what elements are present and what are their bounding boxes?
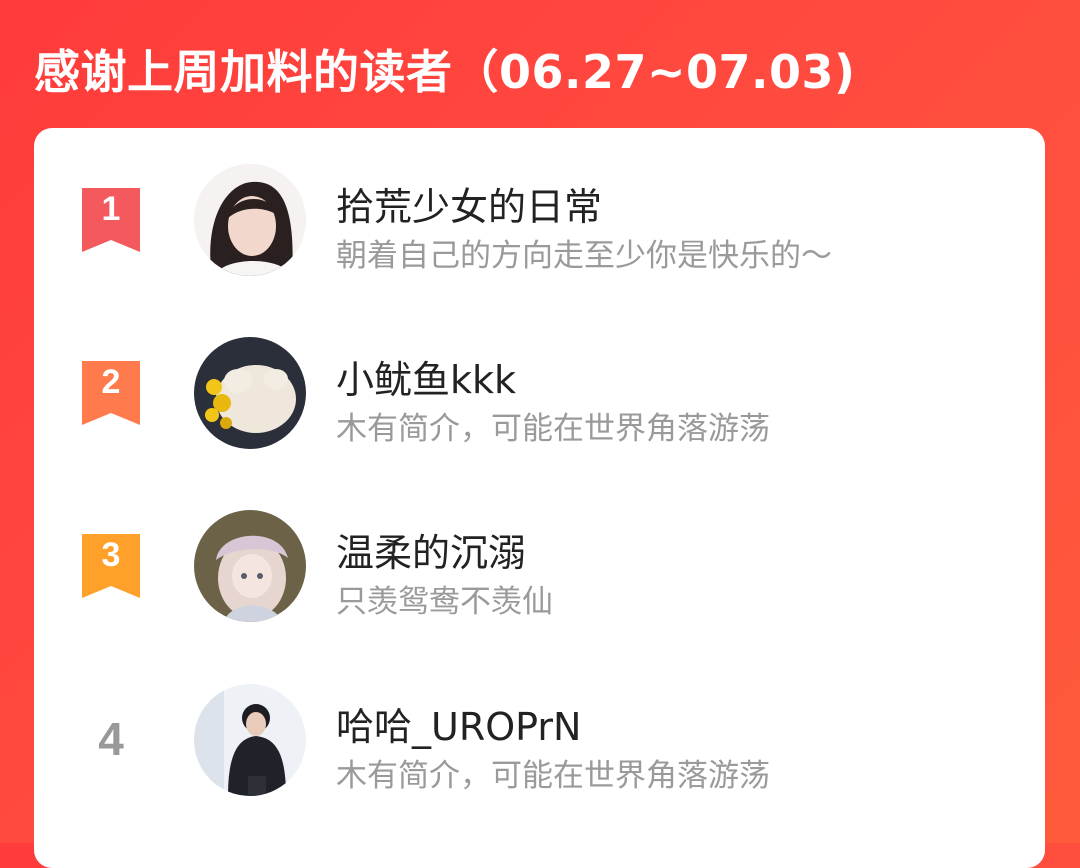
list-item[interactable]: 4 哈哈_UROPrN 木有简介，可能在世界角落游荡 — [34, 672, 1045, 812]
rank-number: 4 — [98, 713, 124, 765]
reader-name: 哈哈_UROPrN — [336, 705, 582, 749]
avatar[interactable] — [194, 684, 306, 796]
rank-badge-icon: 2 — [82, 361, 140, 425]
reader-bio: 只羡鸳鸯不羡仙 — [336, 584, 553, 620]
rank-badge-icon: 3 — [82, 534, 140, 598]
rank-number: 1 — [101, 190, 121, 228]
reader-bio: 朝着自己的方向走至少你是快乐的～ — [336, 238, 832, 274]
list-item[interactable]: 1 拾荒少女的日常 朝着自己的方向走至少你是快乐的～ — [34, 152, 1045, 292]
reader-bio: 木有简介，可能在世界角落游荡 — [336, 758, 770, 794]
readers-list-card: 1 拾荒少女的日常 朝着自己的方向走至少你是快乐的～ 2 小鱿鱼kkk 木有简介… — [34, 128, 1045, 868]
reader-bio: 木有简介，可能在世界角落游荡 — [336, 411, 770, 447]
list-item[interactable]: 3 温柔的沉溺 只羡鸳鸯不羡仙 — [34, 498, 1045, 638]
rank-number: 3 — [101, 536, 121, 574]
reader-name: 温柔的沉溺 — [336, 531, 527, 575]
rank-number: 2 — [101, 363, 121, 401]
avatar[interactable] — [194, 337, 306, 449]
avatar[interactable] — [194, 510, 306, 622]
page-title: 感谢上周加料的读者（06.27~07.03) — [34, 45, 856, 99]
reader-name: 小鱿鱼kkk — [336, 358, 517, 402]
list-item[interactable]: 2 小鱿鱼kkk 木有简介，可能在世界角落游荡 — [34, 325, 1045, 465]
avatar[interactable] — [194, 164, 306, 276]
reader-name: 拾荒少女的日常 — [336, 185, 603, 229]
rank-badge-icon: 1 — [82, 188, 140, 252]
